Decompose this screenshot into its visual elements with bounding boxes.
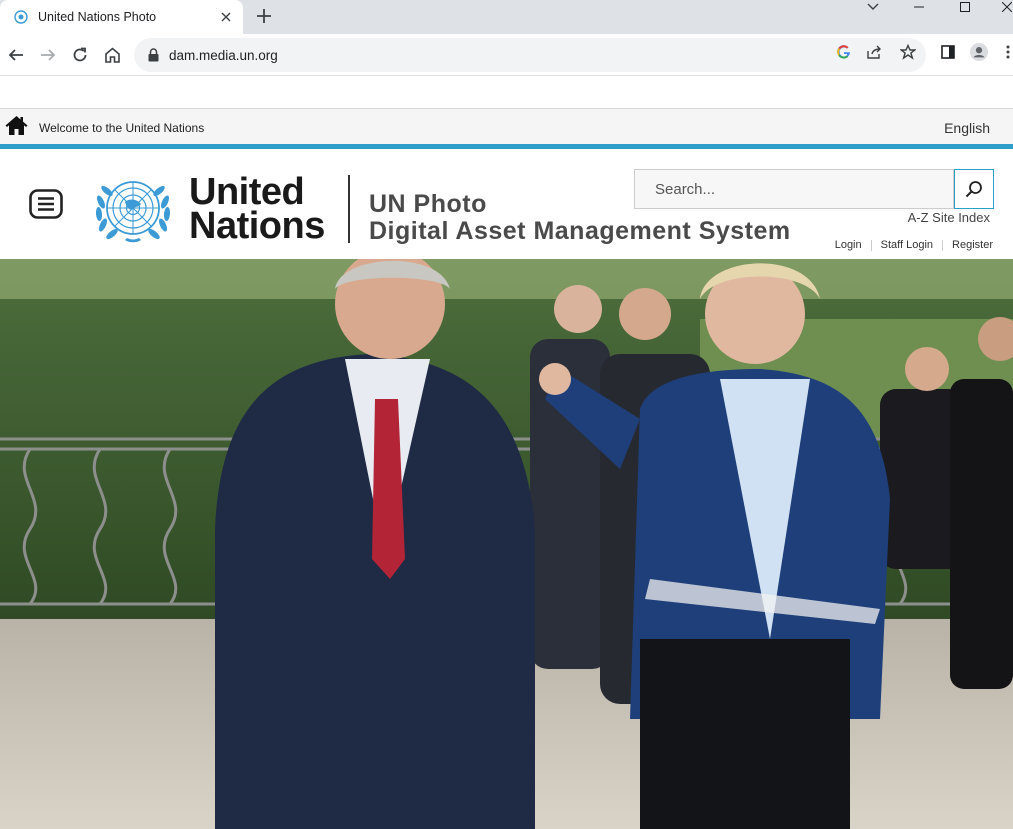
az-site-index-link[interactable]: A-Z Site Index xyxy=(908,210,990,225)
account-links: Login Staff Login Register xyxy=(835,239,993,251)
language-selector[interactable]: English xyxy=(944,120,990,136)
search-input[interactable] xyxy=(655,180,953,198)
close-icon[interactable] xyxy=(217,8,235,26)
maximize-icon[interactable] xyxy=(958,0,972,14)
tab-title: United Nations Photo xyxy=(38,10,157,24)
link-separator xyxy=(942,239,944,251)
login-link[interactable]: Login xyxy=(835,239,862,251)
reload-icon[interactable] xyxy=(69,44,91,66)
home-icon[interactable] xyxy=(5,115,28,136)
staff-login-link[interactable]: Staff Login xyxy=(881,239,933,251)
url-text: dam.media.un.org xyxy=(169,47,278,63)
bookmark-star-icon[interactable] xyxy=(899,43,917,61)
site-header: United Nations UN Photo Digital Asset Ma… xyxy=(0,149,1013,259)
logo-divider xyxy=(348,175,350,243)
un-favicon-icon xyxy=(14,10,28,24)
register-link[interactable]: Register xyxy=(952,239,993,251)
lock-icon xyxy=(148,48,160,62)
un-wordmark-line1: United xyxy=(189,171,305,213)
forward-arrow-icon[interactable] xyxy=(37,44,59,66)
browser-tab[interactable]: United Nations Photo xyxy=(0,0,243,34)
profile-avatar-icon[interactable] xyxy=(970,43,988,61)
more-menu-icon[interactable] xyxy=(1003,43,1013,61)
browser-tab-bar: United Nations Photo xyxy=(0,0,1013,34)
un-wordmark[interactable]: United Nations xyxy=(189,171,325,247)
link-separator xyxy=(870,239,872,251)
search-field-wrapper xyxy=(634,169,954,209)
search-button[interactable] xyxy=(954,169,994,209)
tab-search-chevron-icon[interactable] xyxy=(866,0,880,14)
close-window-icon[interactable] xyxy=(1001,0,1013,14)
side-panel-icon[interactable] xyxy=(939,43,957,61)
hero-photo[interactable] xyxy=(0,259,1013,829)
site-title-line2: Digital Asset Management System xyxy=(369,217,791,245)
menu-icon[interactable] xyxy=(29,189,63,219)
welcome-link[interactable]: Welcome to the United Nations xyxy=(39,121,204,135)
plus-icon[interactable] xyxy=(253,5,275,27)
address-bar[interactable]: dam.media.un.org xyxy=(134,38,926,72)
un-emblem-icon[interactable] xyxy=(89,172,177,246)
un-wordmark-line2: Nations xyxy=(189,205,325,247)
minimize-icon[interactable] xyxy=(912,0,926,14)
google-icon[interactable] xyxy=(835,43,853,61)
top-strip: Welcome to the United Nations English xyxy=(0,108,1013,145)
share-icon[interactable] xyxy=(866,43,884,61)
browser-toolbar: dam.media.un.org xyxy=(0,34,1013,76)
hero-image xyxy=(0,259,1013,829)
search-icon xyxy=(965,181,982,198)
home-button-icon[interactable] xyxy=(101,44,123,66)
back-arrow-icon[interactable] xyxy=(5,44,27,66)
